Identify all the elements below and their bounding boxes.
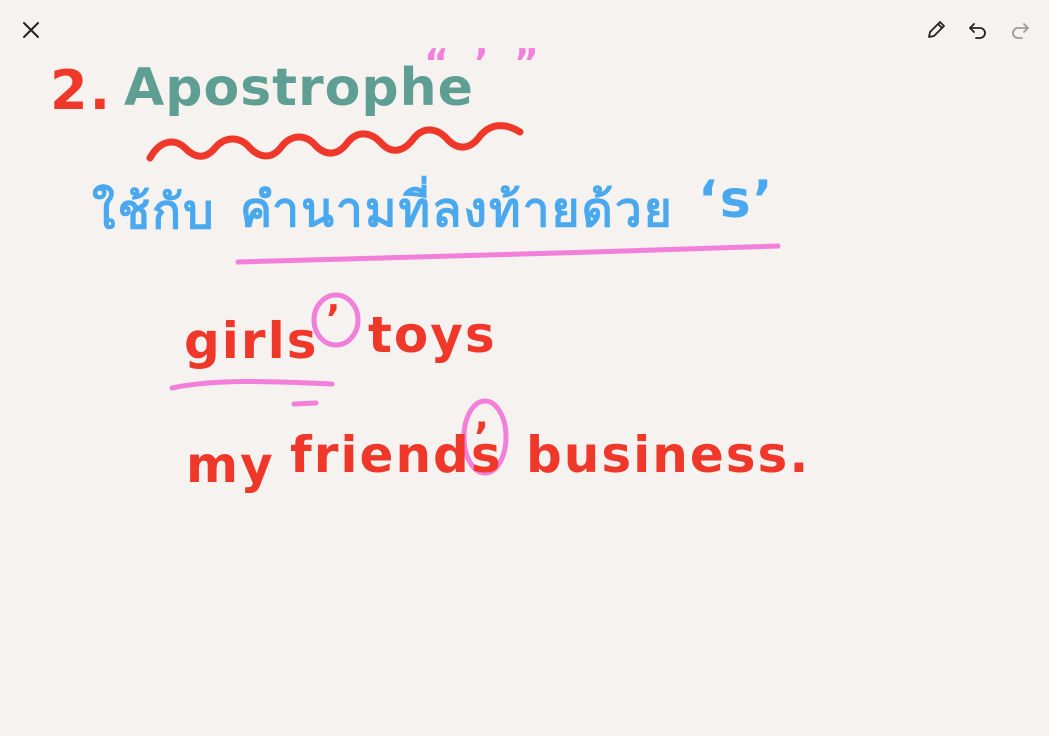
heading-title: Apostrophe bbox=[124, 58, 474, 118]
example1-rest: toys bbox=[368, 306, 497, 364]
thai-underline-stroke bbox=[235, 243, 781, 265]
thai-prefix-text: ใช้กับ bbox=[92, 184, 216, 240]
girls-dash-stroke bbox=[291, 400, 319, 407]
thai-letter-s: ‘s’ bbox=[698, 170, 775, 230]
example2-apostrophe: ’ bbox=[474, 415, 492, 461]
drawing-canvas[interactable]: 2. Apostrophe “ ’ ” ใช้กับ คำนามที่ลงท้า… bbox=[0, 0, 1049, 736]
example1-apostrophe: ’ bbox=[326, 297, 343, 341]
girls-underline-stroke bbox=[169, 379, 335, 391]
example2-my: my bbox=[186, 436, 275, 494]
example1-noun: girls bbox=[184, 312, 319, 370]
thai-rule-text: คำนามที่ลงท้ายด้วย bbox=[240, 182, 674, 238]
example2-noun: friends bbox=[290, 426, 503, 484]
heading-number: 2. bbox=[50, 59, 113, 122]
heading-apostrophe-symbol: “ ’ ” bbox=[424, 41, 545, 85]
example2-rest: business. bbox=[526, 426, 811, 484]
wavy-underline-stroke bbox=[146, 122, 524, 162]
